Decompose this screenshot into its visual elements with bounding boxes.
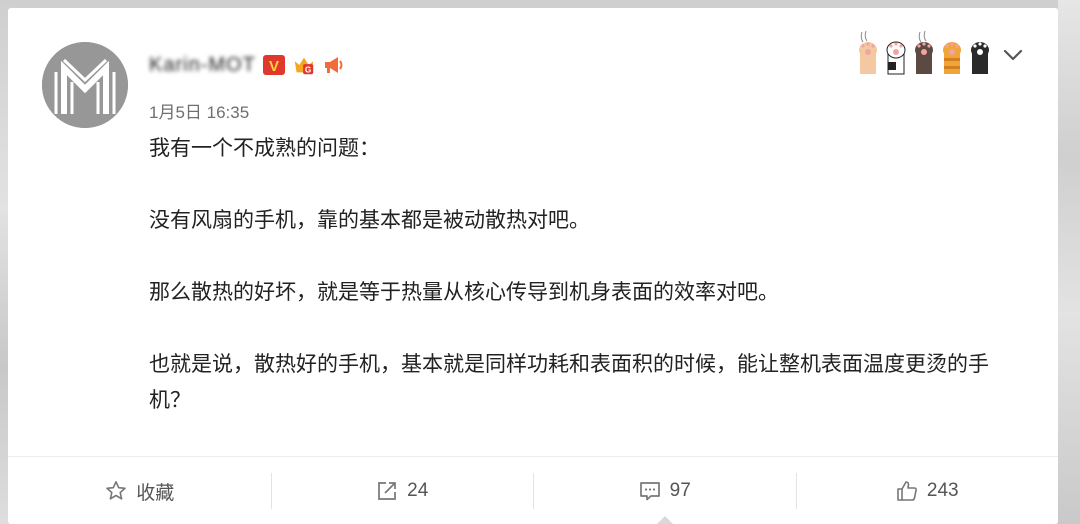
like-button[interactable]: 243 (795, 457, 1059, 524)
background-strip (0, 0, 1080, 8)
post-paragraph: 没有风扇的手机，靠的基本都是被动散热对吧。 (149, 208, 590, 232)
verified-badge-icon[interactable]: V (262, 53, 286, 77)
cat-paw-icon (886, 41, 906, 75)
post-paragraph: 也就是说，散热好的手机，基本就是同样功耗和表面积的时候，能让整机表面温度更烫的手… (149, 352, 989, 412)
cat-paw-icon (915, 30, 933, 74)
cat-paw-icon (943, 42, 961, 74)
post-paragraph: 那么散热的好坏，就是等于热量从核心传导到机身表面的效率对吧。 (149, 280, 779, 304)
comment-icon (639, 482, 660, 501)
cat-paw-decoration (856, 28, 992, 76)
share-button[interactable]: 24 (270, 457, 534, 524)
megaphone-icon[interactable] (322, 53, 346, 77)
share-count: 24 (407, 480, 429, 501)
action-bar: 收藏 24 97 243 (8, 456, 1058, 524)
author-row: Karin-MOT V G (149, 52, 346, 78)
like-count: 243 (926, 480, 959, 501)
username[interactable]: Karin-MOT (149, 54, 256, 77)
background-right (1058, 0, 1080, 524)
star-icon (106, 481, 127, 500)
post-card: Karin-MOT V G 1月5日 16:35 我有一个不成熟的问题： 没有风… (8, 8, 1058, 524)
post-paragraph: 我有一个不成熟的问题： (149, 136, 380, 160)
level-crown-icon[interactable]: G (292, 53, 316, 77)
post-content: 我有一个不成熟的问题： 没有风扇的手机，靠的基本都是被动散热对吧。 那么散热的好… (149, 130, 1029, 418)
cat-paw-icon (859, 30, 877, 74)
comment-button[interactable]: 97 (533, 457, 796, 524)
avatar[interactable] (42, 42, 128, 128)
comment-pointer (656, 516, 674, 524)
chevron-down-icon[interactable] (1000, 42, 1026, 68)
paragraph-spacer (149, 238, 1029, 274)
post-timestamp[interactable]: 1月5日 16:35 (149, 98, 249, 123)
favorite-button[interactable]: 收藏 (8, 457, 271, 524)
paragraph-spacer (149, 310, 1029, 346)
thumbs-up-icon (897, 481, 917, 501)
svg-text:V: V (269, 58, 279, 75)
cat-paw-icon (971, 42, 989, 74)
favorite-label: 收藏 (136, 482, 175, 504)
svg-text:G: G (305, 64, 311, 74)
share-icon (378, 482, 397, 500)
comment-count: 97 (669, 480, 691, 501)
paragraph-spacer (149, 166, 1029, 202)
